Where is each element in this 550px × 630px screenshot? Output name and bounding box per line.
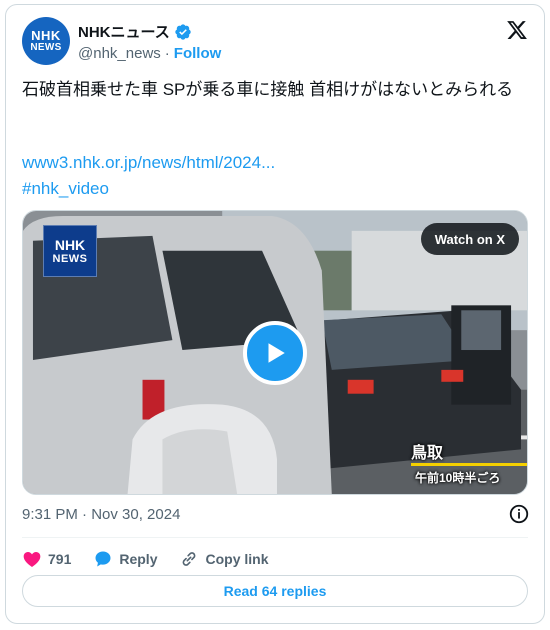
display-name[interactable]: NHKニュース <box>78 21 170 42</box>
nhk-logo-top: NHK <box>54 237 86 253</box>
watch-on-x-button[interactable]: Watch on X <box>420 223 519 255</box>
verified-badge-icon <box>175 23 191 40</box>
tweet-link[interactable]: www3.nhk.or.jp/news/html/2024... <box>22 153 275 173</box>
divider <box>22 537 528 538</box>
nhk-news-logo: NHK NEWS <box>43 225 97 277</box>
follow-button[interactable]: Follow <box>174 45 222 62</box>
video-player[interactable]: NHK NEWS Watch on X 鳥取 午前10時半ごろ <box>22 210 528 495</box>
avatar[interactable]: NHK NEWS <box>22 17 70 65</box>
heart-icon <box>23 552 41 567</box>
reply-button[interactable]: Reply <box>93 549 157 569</box>
play-icon <box>268 343 285 363</box>
link-icon <box>183 552 196 566</box>
like-button[interactable]: 791 <box>22 549 71 569</box>
copy-link-label: Copy link <box>205 551 269 567</box>
tweet-card: NHK NEWS NHKニュース @nhk_news · Follow 石破首相… <box>5 4 545 624</box>
video-caption-time: 午前10時半ごろ <box>415 471 501 485</box>
x-logo-icon[interactable] <box>506 19 528 41</box>
handle-row: @nhk_news · Follow <box>78 45 221 62</box>
tweet-timestamp[interactable]: 9:31 PM · Nov 30, 2024 <box>22 506 180 523</box>
reply-bubble-icon <box>95 551 111 567</box>
nhk-logo-bottom: NEWS <box>52 253 88 265</box>
like-count: 791 <box>48 551 72 567</box>
reply-label: Reply <box>119 551 158 567</box>
avatar-text-bottom: NEWS <box>30 41 62 53</box>
action-bar: 791 Reply Copy link <box>22 545 291 573</box>
read-replies-button[interactable]: Read 64 replies <box>22 575 528 607</box>
tweet-hashtag[interactable]: #nhk_video <box>22 179 109 199</box>
play-button[interactable] <box>243 321 307 385</box>
tweet-text: 石破首相乗せた車 SPが乗る車に接触 首相けがはないとみられる <box>22 80 514 99</box>
author-handle[interactable]: @nhk_news <box>78 45 161 62</box>
copy-link-button[interactable]: Copy link <box>179 549 269 569</box>
info-icon[interactable] <box>508 503 530 525</box>
handle-separator: · <box>164 45 170 62</box>
video-caption-place: 鳥取 <box>410 445 443 462</box>
author-name-row: NHKニュース <box>78 21 192 42</box>
avatar-text-top: NHK <box>31 27 61 43</box>
video-caption-divider <box>411 463 527 466</box>
